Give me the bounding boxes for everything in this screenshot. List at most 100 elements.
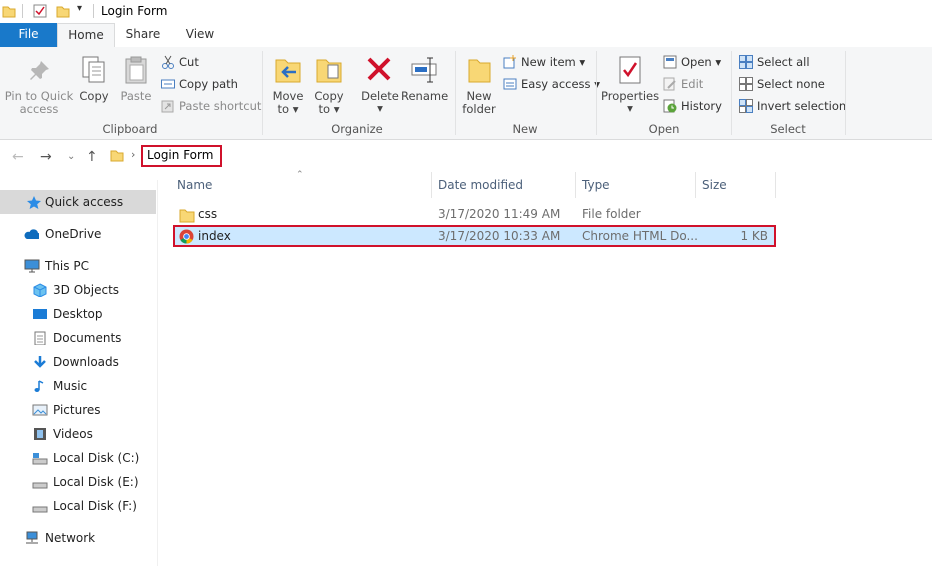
folder-icon — [179, 209, 195, 223]
new-folder-button[interactable]: New folder — [459, 47, 499, 122]
nav-label: 3D Objects — [53, 283, 120, 297]
pin-to-quick-access-button[interactable]: Pin to Quick access — [0, 47, 80, 122]
nav-label: Videos — [53, 427, 93, 441]
copy-to-button[interactable]: Copy to ▾ — [310, 47, 348, 122]
pictures-icon — [32, 404, 48, 416]
move-to-button[interactable]: Move to ▾ — [269, 47, 307, 122]
chevron-down-icon: ▾ — [715, 55, 722, 69]
quick-access-dropdown-icon[interactable]: ▾ — [77, 3, 82, 14]
tab-view[interactable]: View — [176, 23, 224, 47]
breadcrumb-chevron-icon[interactable]: › — [131, 148, 135, 161]
invert-selection-icon — [739, 99, 753, 113]
file-size: 1 KB — [740, 229, 768, 243]
drive-icon — [32, 482, 48, 489]
column-header-size[interactable]: Size — [702, 178, 727, 192]
nav-item-onedrive[interactable]: OneDrive — [0, 222, 156, 246]
history-label: History — [681, 99, 722, 113]
chevron-down-icon: ▾ — [627, 101, 633, 115]
column-divider[interactable] — [775, 172, 776, 198]
cut-button[interactable]: Cut — [161, 55, 199, 69]
new-folder-quick-icon[interactable] — [56, 4, 70, 18]
tab-home[interactable]: Home — [57, 23, 115, 48]
properties-quick-icon[interactable] — [33, 4, 47, 18]
chevron-down-icon: ▾ — [579, 55, 586, 69]
nav-item-quick-access[interactable]: Quick access — [0, 190, 156, 214]
nav-item-downloads[interactable]: Downloads — [0, 350, 156, 374]
paste-label: Paste — [120, 89, 152, 103]
nav-item-music[interactable]: Music — [0, 374, 156, 398]
copy-button[interactable]: Copy — [78, 47, 110, 122]
file-type: File folder — [582, 207, 641, 221]
up-arrow-icon[interactable]: ↑ — [86, 149, 98, 165]
delete-icon — [367, 57, 391, 81]
history-button[interactable]: History — [663, 99, 722, 113]
ribbon-divider — [845, 51, 846, 135]
column-header-name[interactable]: Name — [177, 178, 212, 192]
properties-button[interactable]: Properties ▾ — [601, 47, 659, 122]
breadcrumb[interactable]: Login Form — [141, 145, 222, 167]
rename-button[interactable]: Rename — [401, 47, 448, 122]
history-icon — [663, 99, 677, 113]
copy-path-button[interactable]: Copy path — [161, 77, 238, 91]
breadcrumb-current[interactable]: Login Form — [147, 148, 213, 162]
ribbon-divider — [262, 51, 263, 135]
nav-item-local-disk-c[interactable]: Local Disk (C:) — [0, 446, 156, 470]
ribbon-divider — [731, 51, 732, 135]
nav-item-documents[interactable]: Documents — [0, 326, 156, 350]
nav-item-network[interactable]: Network — [0, 526, 156, 550]
nav-item-videos[interactable]: Videos — [0, 422, 156, 446]
select-all-label: Select all — [757, 55, 810, 69]
invert-selection-button[interactable]: Invert selection — [739, 99, 846, 113]
chevron-down-icon: ▾ — [292, 102, 299, 116]
ribbon: Pin to Quick access Copy Paste Cut Copy … — [0, 47, 932, 140]
back-arrow-icon[interactable]: ← — [12, 149, 24, 165]
chrome-icon — [179, 229, 194, 244]
new-item-button[interactable]: New item ▾ — [503, 55, 585, 69]
paste-button[interactable]: Paste — [117, 47, 155, 122]
open-group-label: Open — [648, 122, 680, 136]
nav-label: Downloads — [53, 355, 119, 369]
nav-item-desktop[interactable]: Desktop — [0, 302, 156, 326]
column-divider[interactable] — [695, 172, 696, 198]
folder-icon — [2, 6, 16, 18]
table-row[interactable]: css 3/17/2020 11:49 AM File folder — [173, 204, 776, 226]
select-none-button[interactable]: Select none — [739, 77, 825, 91]
nav-item-3d-objects[interactable]: 3D Objects — [0, 278, 156, 302]
open-button[interactable]: Open ▾ — [663, 55, 721, 69]
chevron-down-icon: ▾ — [333, 102, 340, 116]
star-icon — [27, 196, 41, 209]
nav-label: This PC — [45, 259, 89, 273]
nav-item-this-pc[interactable]: This PC — [0, 254, 156, 278]
file-name: css — [198, 207, 218, 221]
copy-to-icon — [316, 59, 342, 83]
ribbon-divider — [455, 51, 456, 135]
delete-button[interactable]: Delete ▾ — [360, 47, 400, 122]
easy-access-button[interactable]: Easy access ▾ — [503, 77, 600, 91]
select-all-button[interactable]: Select all — [739, 55, 810, 69]
nav-item-pictures[interactable]: Pictures — [0, 398, 156, 422]
table-row[interactable]: index 3/17/2020 10:33 AM Chrome HTML Do.… — [173, 225, 776, 247]
ribbon-divider — [596, 51, 597, 135]
paste-shortcut-button[interactable]: Paste shortcut — [161, 99, 261, 113]
column-divider[interactable] — [431, 172, 432, 198]
easy-access-icon — [503, 77, 517, 91]
network-icon — [26, 531, 38, 544]
tab-share[interactable]: Share — [118, 23, 168, 47]
edit-button[interactable]: Edit — [663, 77, 703, 91]
nav-item-local-disk-e[interactable]: Local Disk (E:) — [0, 470, 156, 494]
cloud-icon — [24, 229, 39, 239]
column-divider[interactable] — [575, 172, 576, 198]
window-title: Login Form — [101, 4, 168, 18]
navigation-pane: Quick access OneDrive This PC 3D Objects… — [0, 180, 158, 566]
select-all-icon — [739, 55, 753, 69]
recent-locations-chevron-icon[interactable]: ⌄ — [67, 151, 75, 162]
tab-file[interactable]: File — [0, 23, 57, 47]
nav-item-local-disk-f[interactable]: Local Disk (F:) — [0, 494, 156, 518]
nav-label: OneDrive — [45, 227, 102, 241]
column-header-type[interactable]: Type — [582, 178, 610, 192]
scissors-icon — [161, 55, 175, 69]
forward-arrow-icon[interactable]: → — [40, 149, 52, 165]
column-header-date[interactable]: Date modified — [438, 178, 523, 192]
copy-icon — [82, 56, 105, 83]
cut-label: Cut — [179, 55, 199, 69]
